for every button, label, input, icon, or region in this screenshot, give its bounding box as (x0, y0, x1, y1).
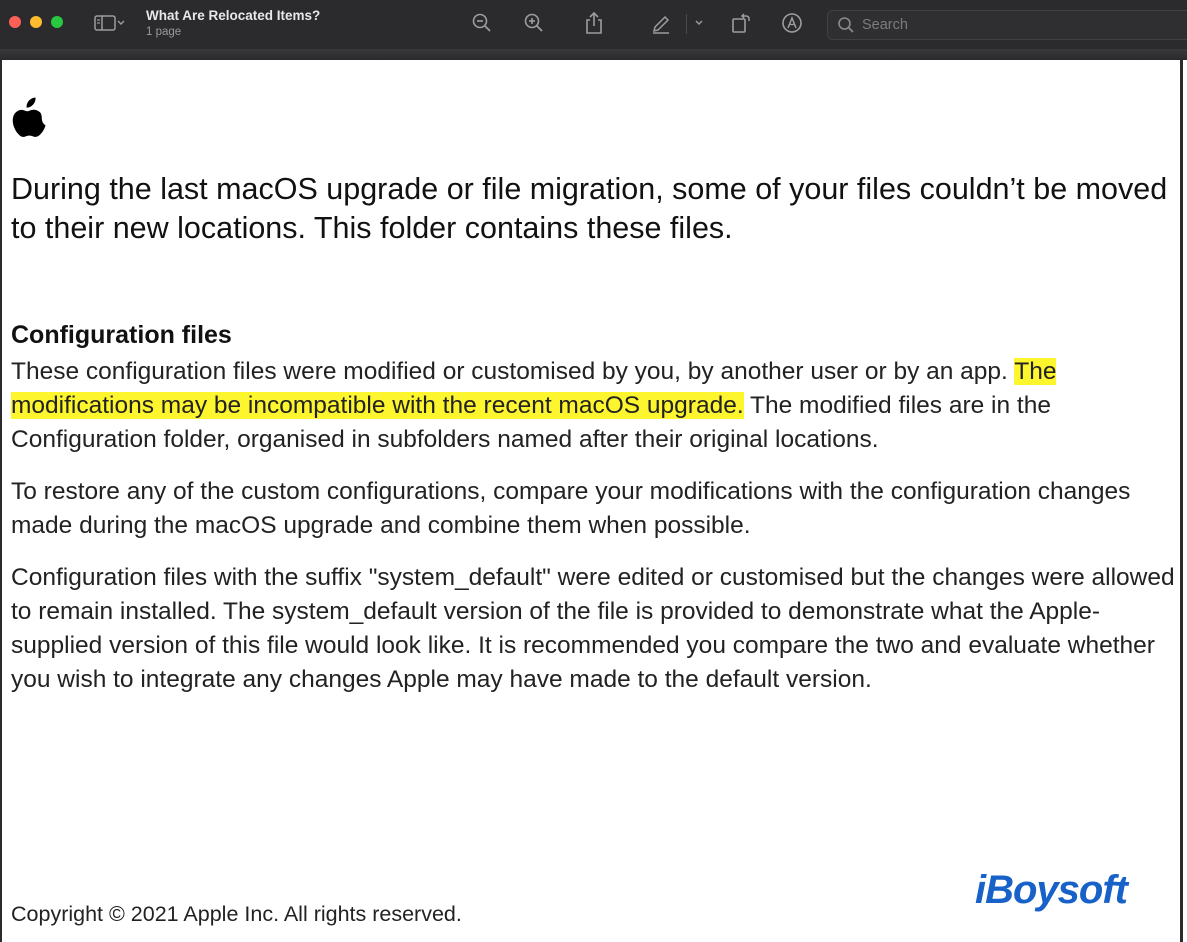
highlight-pen-icon (650, 12, 672, 34)
highlight-button[interactable] (650, 10, 672, 36)
search-placeholder: Search (862, 17, 908, 33)
zoom-in-icon (523, 12, 545, 34)
zoom-out-icon (471, 12, 493, 34)
window-title: What Are Relocated Items? (146, 8, 321, 23)
rotate-button[interactable] (730, 10, 752, 36)
close-window-button[interactable] (9, 16, 21, 28)
highlight-options-button[interactable] (694, 10, 704, 36)
share-button[interactable] (584, 10, 604, 36)
paragraph-3: Configuration files with the suffix "sys… (11, 564, 1175, 693)
chevron-down-icon (694, 19, 704, 27)
markup-icon (781, 12, 803, 34)
page-count: 1 page (146, 26, 182, 38)
minimize-window-button[interactable] (30, 16, 42, 28)
paragraph-1: These configuration files were modified … (11, 355, 1181, 457)
search-icon (837, 16, 855, 39)
zoom-out-button[interactable] (471, 10, 493, 36)
sidebar-toggle-button[interactable] (94, 10, 126, 36)
rotate-icon (730, 12, 752, 34)
window-toolbar: What Are Relocated Items? 1 page Search (0, 0, 1187, 50)
markup-button[interactable] (781, 10, 803, 36)
apple-logo-icon (11, 97, 47, 142)
paragraph-1-text: These configuration files were modified … (11, 358, 1015, 385)
sidebar-icon (94, 14, 116, 32)
iboysoft-watermark: iBoysoft (975, 868, 1128, 912)
intro-text: During the last macOS upgrade or file mi… (11, 172, 1168, 245)
zoom-window-button[interactable] (51, 16, 63, 28)
toolbar-divider (686, 14, 687, 34)
copyright-text: Copyright © 2021 Apple Inc. All rights r… (11, 902, 462, 926)
zoom-in-button[interactable] (523, 10, 545, 36)
share-icon (584, 11, 604, 35)
search-field[interactable]: Search (827, 10, 1187, 40)
chevron-down-icon (116, 19, 126, 27)
paragraph-2: To restore any of the custom configurati… (11, 478, 1131, 539)
toolbar-shadow (0, 49, 1187, 60)
section-heading: Configuration files (11, 321, 232, 349)
